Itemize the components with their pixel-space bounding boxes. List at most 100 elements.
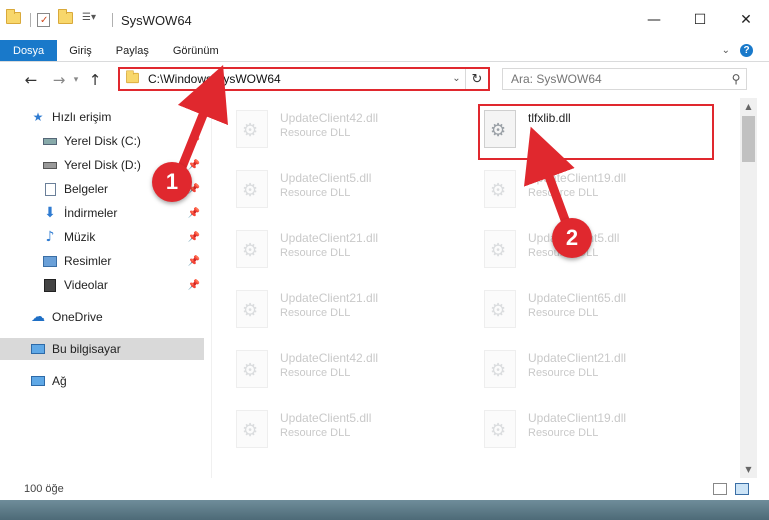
file-name: UpdateClient5.dll <box>280 411 372 425</box>
ribbon-right: ⌄ ? <box>722 40 769 61</box>
sidebar-item-label: Ağ <box>52 374 67 388</box>
sidebar-item-quick-access[interactable]: ★ Hızlı erişim <box>0 106 204 128</box>
pin-icon[interactable]: 📌 <box>188 136 200 147</box>
dll-file-icon <box>236 410 268 448</box>
file-type: Resource DLL <box>280 307 351 319</box>
file-name: UpdateClient5.dll <box>280 171 372 185</box>
address-bar[interactable]: C:\Windows\SysWOW64 ⌄ ↻ <box>118 67 490 91</box>
drive-icon <box>42 134 58 148</box>
sidebar-item-label: Yerel Disk (C:) <box>64 134 141 148</box>
file-type: Resource DLL <box>280 427 351 439</box>
list-item[interactable]: UpdateClient21.dll Resource DLL <box>228 222 458 274</box>
list-item[interactable]: UpdateClient42.dll Resource DLL <box>228 102 458 154</box>
network-icon <box>30 374 46 388</box>
sidebar-item-local-disk-c[interactable]: Yerel Disk (C:) 📌 <box>0 130 204 152</box>
list-item[interactable]: UpdateClient65.dll Resource DLL <box>476 282 706 334</box>
file-name: UpdateClient19.dll <box>528 171 627 185</box>
up-arrow-icon[interactable]: ↑ <box>84 71 106 89</box>
list-item[interactable]: UpdateClient5.dll Resource DLL <box>476 222 706 274</box>
sidebar-item-label: Müzik <box>64 230 96 244</box>
sidebar-item-network[interactable]: Ağ <box>0 370 204 392</box>
sidebar-item-onedrive[interactable]: ☁ OneDrive <box>0 306 204 328</box>
customize-toolbar-icon[interactable]: ☰▾ <box>82 12 104 28</box>
dll-file-icon <box>484 170 516 208</box>
desktop-background <box>0 500 769 520</box>
tab-home[interactable]: Giriş <box>57 40 104 61</box>
drive-icon <box>42 158 58 172</box>
list-item[interactable]: UpdateClient21.dll Resource DLL <box>476 342 706 394</box>
navigation-bar: ← → ▾ ↑ C:\Windows\SysWOW64 ⌄ ↻ ⚲ <box>0 62 769 98</box>
list-item[interactable]: UpdateClient19.dll Resource DLL <box>476 402 706 454</box>
close-button[interactable]: ✕ <box>723 0 769 40</box>
view-toggle <box>713 483 749 495</box>
list-item[interactable]: UpdateClient5.dll Resource DLL <box>228 402 458 454</box>
pin-icon[interactable]: 📌 <box>188 280 200 291</box>
explorer-window: ✓ ☰▾ SysWOW64 — ☐ ✕ Dosya Giriş Paylaş G… <box>0 0 769 500</box>
title-bar: ✓ ☰▾ SysWOW64 — ☐ ✕ <box>0 0 769 40</box>
window-controls: — ☐ ✕ <box>631 0 769 40</box>
file-name: UpdateClient42.dll <box>280 111 379 125</box>
file-name: UpdateClient21.dll <box>280 231 379 245</box>
step-1-badge: 1 <box>152 162 192 202</box>
scroll-thumb[interactable] <box>742 116 755 162</box>
picture-icon <box>42 254 58 268</box>
list-item[interactable]: UpdateClient21.dll Resource DLL <box>228 282 458 334</box>
file-type: Resource DLL <box>528 427 599 439</box>
dll-file-icon <box>484 410 516 448</box>
file-type: Resource DLL <box>528 367 599 379</box>
sidebar-item-music[interactable]: ♪ Müzik 📌 <box>0 226 204 248</box>
highlight-box <box>478 104 714 160</box>
properties-icon[interactable]: ✓ <box>37 13 50 27</box>
scroll-down-icon[interactable]: ▼ <box>740 461 757 478</box>
video-icon <box>42 278 58 292</box>
status-bar: 100 öğe <box>0 478 769 500</box>
list-item[interactable]: UpdateClient5.dll Resource DLL <box>228 162 458 214</box>
ribbon-tabs: Dosya Giriş Paylaş Görünüm ⌄ ? <box>0 40 769 62</box>
file-type: Resource DLL <box>280 247 351 259</box>
sidebar-item-label: Resimler <box>64 254 112 268</box>
minimize-button[interactable]: — <box>631 0 677 40</box>
pin-icon[interactable]: 📌 <box>188 256 200 267</box>
sidebar-item-label: Belgeler <box>64 182 109 196</box>
tab-file[interactable]: Dosya <box>0 40 58 61</box>
sidebar-item-label: Hızlı erişim <box>52 110 112 124</box>
forward-arrow-icon[interactable]: → <box>48 71 70 89</box>
window-title: SysWOW64 <box>121 12 192 28</box>
dll-file-icon <box>484 350 516 388</box>
file-name: UpdateClient65.dll <box>528 291 627 305</box>
file-name: UpdateClient21.dll <box>280 291 379 305</box>
list-item[interactable]: UpdateClient42.dll Resource DLL <box>228 342 458 394</box>
expand-ribbon-icon[interactable]: ⌄ <box>722 45 730 56</box>
search-box[interactable]: ⚲ <box>502 68 747 90</box>
sidebar-item-videos[interactable]: Videolar 📌 <box>0 274 204 296</box>
pin-icon[interactable]: 📌 <box>188 208 200 219</box>
dll-file-icon <box>236 170 268 208</box>
large-icons-view-icon[interactable] <box>735 483 749 495</box>
recent-locations-icon[interactable]: ▾ <box>70 75 82 85</box>
list-item[interactable]: UpdateClient19.dll Resource DLL <box>476 162 706 214</box>
pin-icon[interactable]: 📌 <box>188 160 200 171</box>
quick-access-toolbar: ✓ ☰▾ SysWOW64 <box>0 0 192 40</box>
tab-view[interactable]: Görünüm <box>161 40 231 61</box>
folder-icon <box>6 9 22 28</box>
sidebar-item-downloads[interactable]: ⬇ İndirmeler 📌 <box>0 202 204 224</box>
back-arrow-icon[interactable]: ← <box>20 71 42 89</box>
pin-icon[interactable]: 📌 <box>188 232 200 243</box>
maximize-button[interactable]: ☐ <box>677 0 723 40</box>
cloud-icon: ☁ <box>31 309 45 325</box>
search-icon[interactable]: ⚲ <box>726 72 746 86</box>
details-view-icon[interactable] <box>713 483 727 495</box>
help-icon[interactable]: ? <box>740 44 753 57</box>
search-input[interactable] <box>511 72 726 86</box>
tab-share[interactable]: Paylaş <box>104 40 161 61</box>
new-folder-icon[interactable] <box>58 9 74 28</box>
chevron-down-icon[interactable]: ⌄ <box>448 69 466 89</box>
refresh-icon[interactable]: ↻ <box>466 72 488 87</box>
sidebar-item-pictures[interactable]: Resimler 📌 <box>0 250 204 272</box>
sidebar-item-this-pc[interactable]: Bu bilgisayar <box>0 338 204 360</box>
dll-file-icon <box>236 290 268 328</box>
address-text[interactable]: C:\Windows\SysWOW64 <box>148 72 448 86</box>
vertical-scrollbar[interactable]: ▲ ▼ <box>740 98 757 478</box>
scroll-up-icon[interactable]: ▲ <box>740 98 757 115</box>
separator <box>30 13 31 27</box>
